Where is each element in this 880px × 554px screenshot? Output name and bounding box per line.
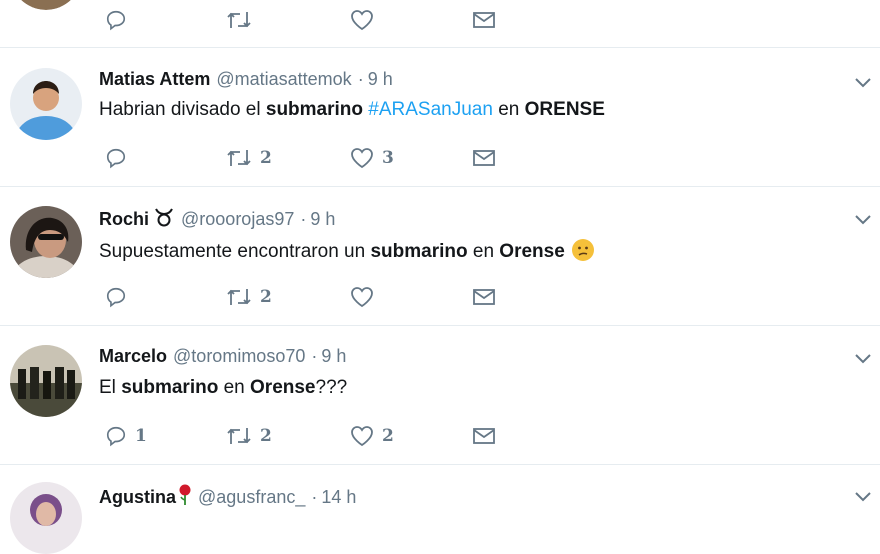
separator-dot: · [357, 69, 364, 89]
text-bold: ORENSE [524, 99, 605, 120]
reply-button[interactable]: 1 [105, 424, 147, 448]
tweet-header: Agustina @agusfranc_ · 14 h [99, 484, 356, 508]
taurus-symbol-icon [155, 208, 173, 227]
retweet-button[interactable]: 2 [226, 146, 272, 170]
reply-button[interactable] [105, 8, 127, 32]
timestamp[interactable]: 9 h [321, 346, 346, 366]
reply-count: 1 [135, 426, 147, 446]
reply-button[interactable] [105, 285, 135, 309]
text-segment: en [467, 241, 500, 262]
avatar[interactable] [10, 206, 82, 278]
tweet-header: Marcelo @toromimoso70 · 9 h [99, 346, 346, 367]
chevron-down-icon[interactable] [853, 352, 873, 366]
envelope-icon [473, 289, 495, 305]
hashtag-link[interactable]: #ARASanJuan [368, 99, 493, 120]
text-segment: ??? [315, 377, 348, 398]
handle[interactable]: @agusfranc_ [198, 487, 305, 507]
dm-button[interactable] [472, 146, 496, 170]
text-segment: Habrian divisado el [99, 99, 266, 120]
text-bold: Orense [250, 377, 316, 398]
like-count: 3 [382, 148, 394, 168]
envelope-icon [473, 12, 495, 28]
heart-icon [351, 148, 373, 169]
text-bold: Orense [499, 241, 565, 262]
tweet[interactable]: Rochi @rooorojas97 · 9 h Supuestamente enco… [0, 187, 880, 326]
tweet-actions: 2 3 [100, 146, 520, 170]
tweet-actions: 1 2 2 [100, 424, 520, 448]
text-bold: submarino [265, 99, 363, 120]
retweet-icon [227, 150, 251, 166]
heart-icon [351, 287, 373, 308]
retweet-button[interactable] [226, 8, 252, 32]
text-segment: en [492, 99, 525, 120]
timestamp[interactable]: 9 h [310, 209, 335, 229]
handle[interactable]: @matiasattemok [216, 69, 351, 89]
reply-icon [106, 426, 126, 447]
text-segment: Supuestamente encontraron un [99, 241, 371, 262]
retweet-count: 2 [260, 148, 272, 168]
tweet-header: Matias Attem @matiasattemok · 9 h [99, 69, 393, 90]
like-button[interactable]: 3 [350, 146, 394, 170]
envelope-icon [473, 150, 495, 166]
avatar[interactable] [10, 0, 82, 10]
like-count: 2 [382, 426, 394, 446]
chevron-down-icon[interactable] [853, 213, 873, 227]
text-bold: submarino [121, 377, 219, 398]
envelope-icon [473, 428, 495, 444]
tweet-actions: 2 [100, 285, 520, 309]
avatar[interactable] [10, 68, 82, 140]
retweet-icon [227, 289, 251, 305]
display-name[interactable]: Agustina [99, 487, 176, 507]
reply-icon [106, 10, 126, 31]
display-name[interactable]: Rochi [99, 209, 149, 229]
tweet[interactable] [0, 0, 880, 48]
chevron-down-icon[interactable] [853, 76, 873, 90]
display-name[interactable]: Marcelo [99, 346, 167, 366]
tweet[interactable]: Marcelo @toromimoso70 · 9 h El submarino en… [0, 326, 880, 465]
avatar[interactable] [10, 345, 82, 417]
retweet-count: 2 [260, 287, 272, 307]
separator-dot: · [300, 209, 307, 229]
timestamp[interactable]: 9 h [368, 69, 393, 89]
reply-icon [106, 287, 126, 308]
tweet-text: Habrian divisado el submarino #ARASanJua… [99, 99, 605, 121]
dm-button[interactable] [472, 285, 496, 309]
separator-dot: · [311, 487, 318, 507]
avatar[interactable] [10, 482, 82, 554]
dm-button[interactable] [472, 424, 496, 448]
display-name[interactable]: Matias Attem [99, 69, 210, 89]
retweet-button[interactable]: 2 [226, 285, 272, 309]
like-button[interactable] [350, 285, 382, 309]
tweet-text: El submarino en Orense??? [99, 377, 347, 399]
text-segment: en [218, 377, 251, 398]
tweet-text: Supuestamente encontraron un submarino e… [99, 238, 595, 263]
handle[interactable]: @toromimoso70 [173, 346, 305, 366]
handle[interactable]: @rooorojas97 [181, 209, 294, 229]
timestamp[interactable]: 14 h [321, 487, 356, 507]
retweet-count: 2 [260, 426, 272, 446]
like-button[interactable]: 2 [350, 424, 394, 448]
chevron-down-icon[interactable] [853, 490, 873, 504]
confused-face-emoji-icon [571, 239, 594, 261]
reply-icon [106, 148, 126, 169]
tweet-actions [100, 8, 520, 32]
tweet[interactable]: Agustina @agusfranc_ · 14 h [0, 465, 880, 554]
heart-icon [351, 10, 373, 31]
heart-icon [351, 426, 373, 447]
retweet-icon [227, 428, 251, 444]
like-button[interactable] [350, 8, 374, 32]
dm-button[interactable] [472, 8, 496, 32]
retweet-button[interactable]: 2 [226, 424, 272, 448]
reply-button[interactable] [105, 146, 135, 170]
tweet-header: Rochi @rooorojas97 · 9 h [99, 207, 335, 230]
separator-dot: · [311, 346, 318, 366]
rose-emoji-icon [179, 484, 191, 505]
tweet[interactable]: Matias Attem @matiasattemok · 9 h Habrian d… [0, 48, 880, 187]
retweet-icon [227, 12, 251, 28]
text-bold: submarino [370, 241, 468, 262]
text-segment: El [99, 377, 122, 398]
